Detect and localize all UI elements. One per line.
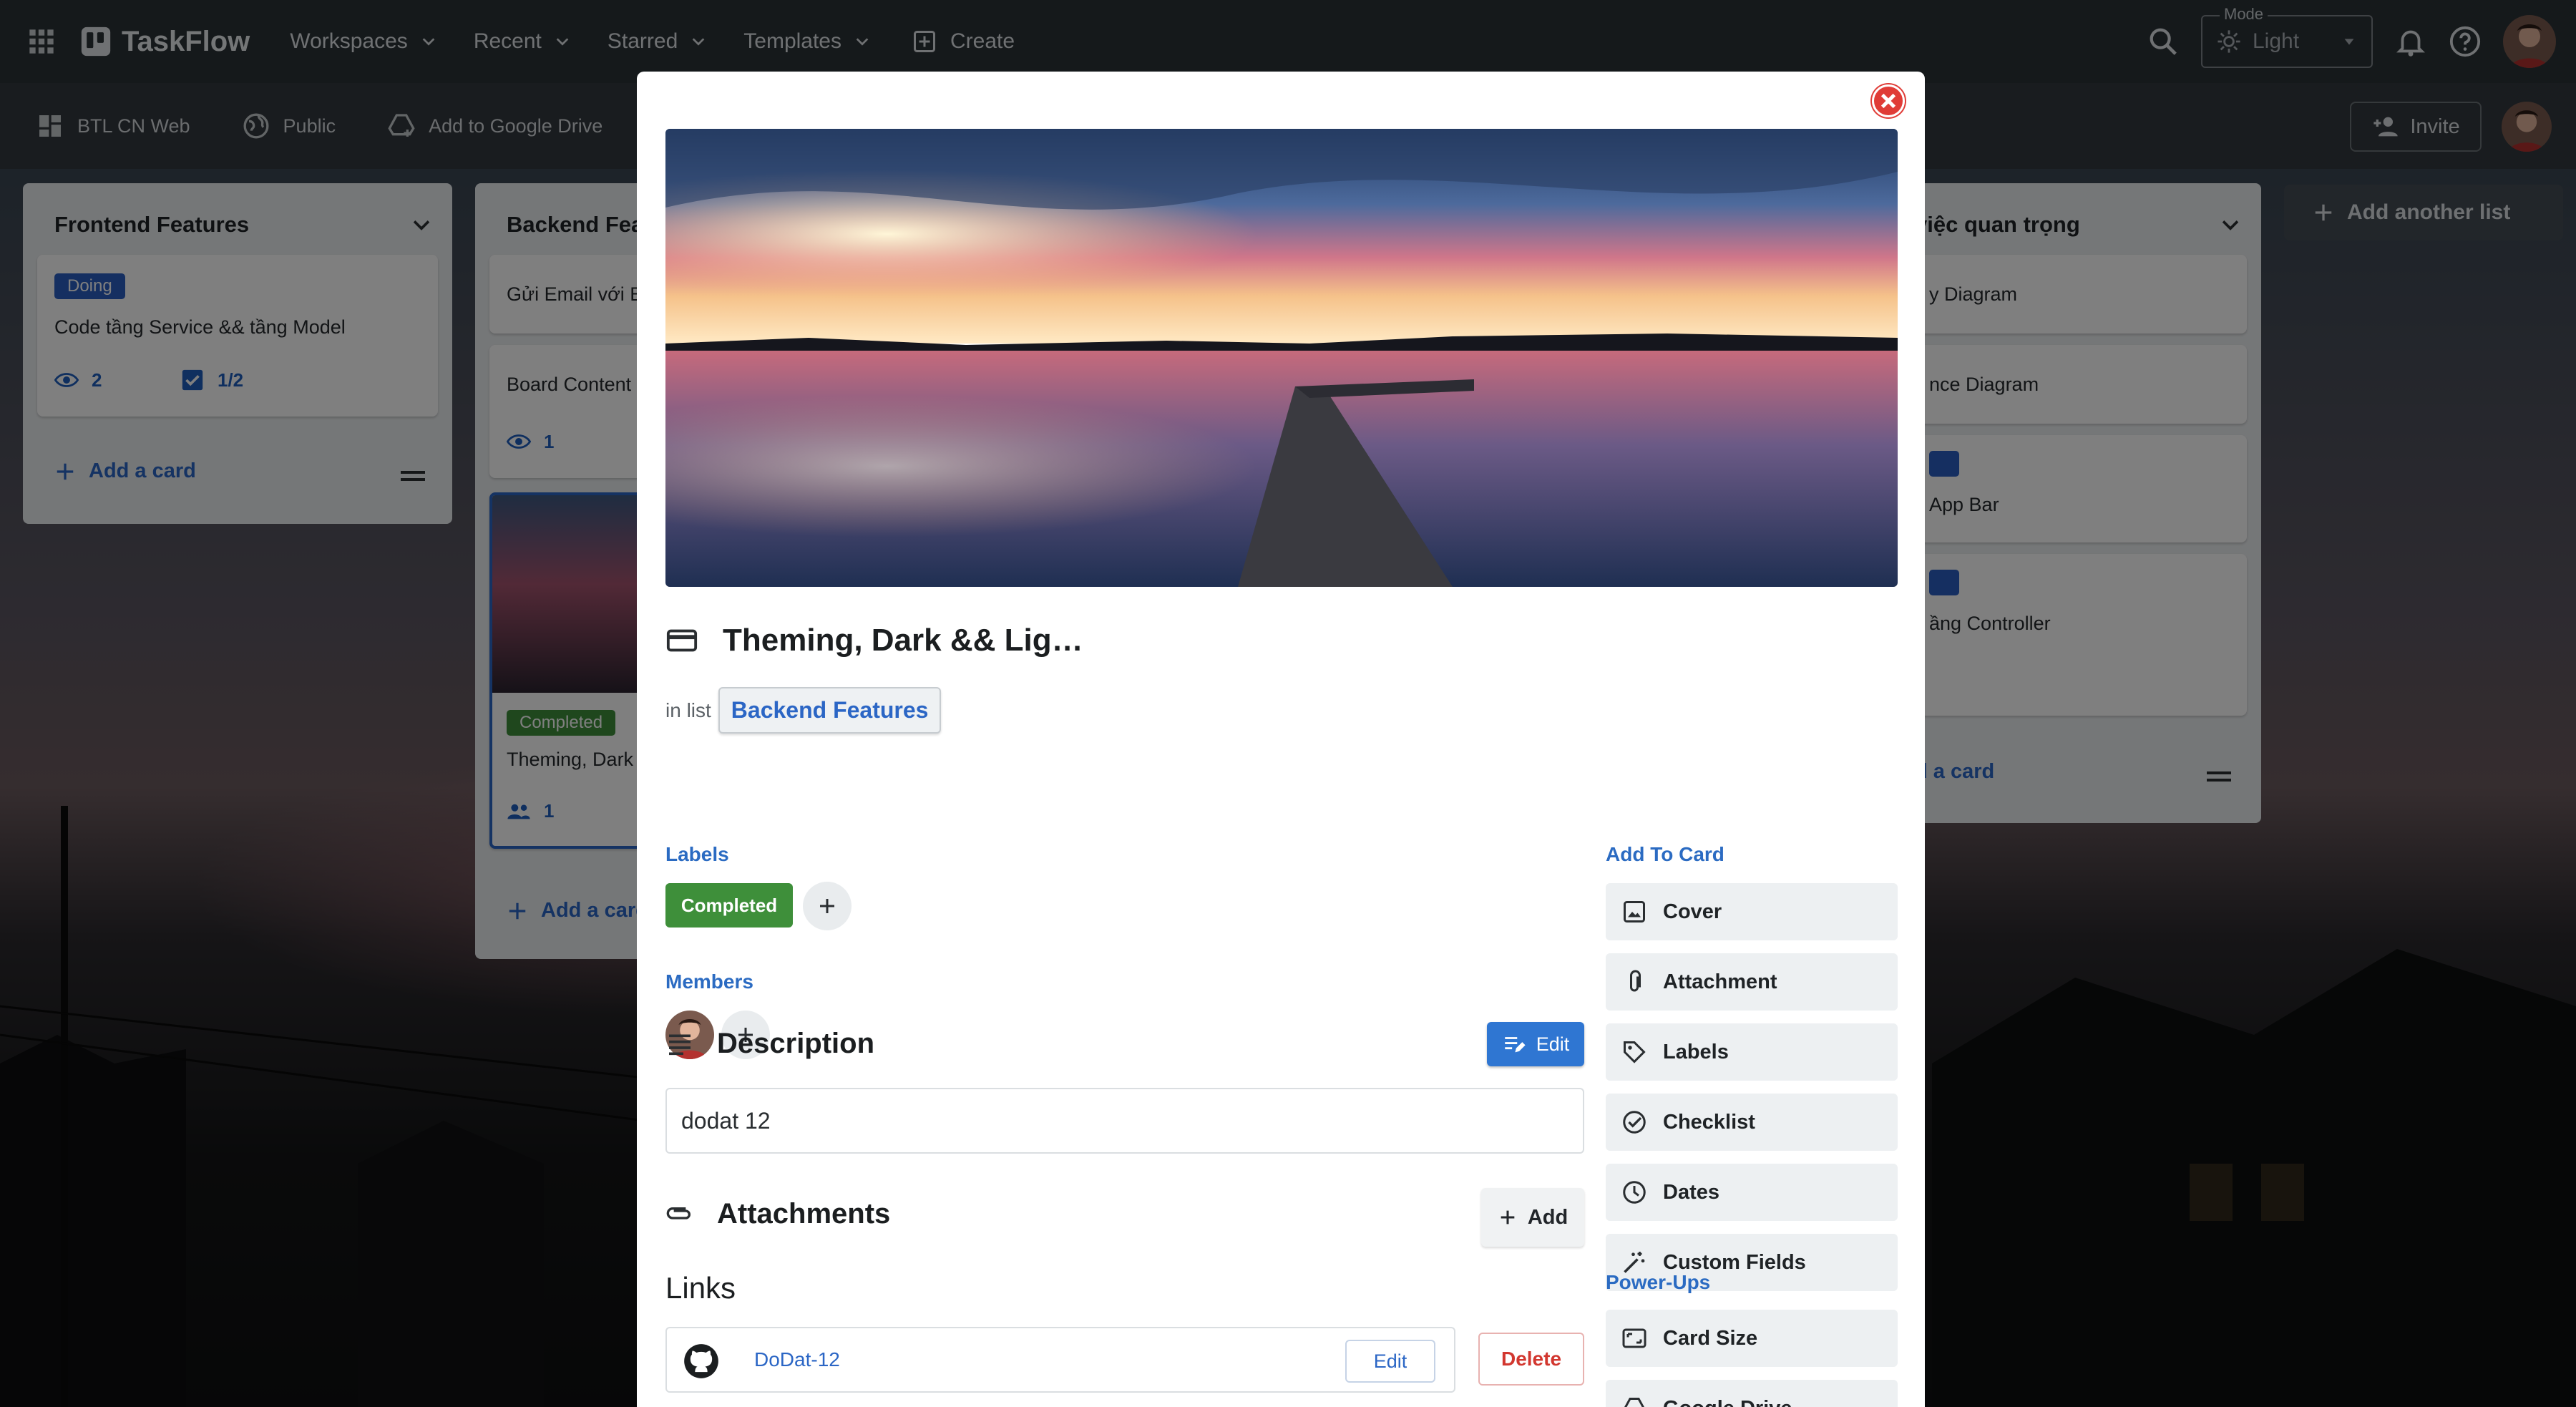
card-title-row: Theming, Dark && Lig… — [665, 623, 1083, 658]
google-drive-button[interactable]: Google Drive — [1606, 1380, 1898, 1407]
clock-icon — [1623, 1181, 1646, 1204]
dates-label: Dates — [1663, 1180, 1719, 1204]
paperclip-icon — [1630, 970, 1641, 992]
in-list-prefix: in list — [665, 698, 711, 721]
google-drive-label: Google Drive — [1663, 1397, 1792, 1407]
card-size-button[interactable]: Card Size — [1606, 1310, 1898, 1367]
add-to-card-heading: Add To Card — [1606, 843, 1724, 865]
close-icon — [1880, 93, 1896, 109]
drive-icon — [1624, 1398, 1644, 1407]
card-detail-modal: Theming, Dark && Lig… in list Backend Fe… — [637, 72, 1925, 1407]
members-heading: Members — [665, 970, 753, 993]
labels-heading: Labels — [665, 843, 729, 865]
edit-description-button[interactable]: Edit — [1487, 1022, 1584, 1066]
checklist-label: Checklist — [1663, 1110, 1755, 1134]
add-label: Add — [1527, 1205, 1568, 1229]
description-heading: Description — [717, 1028, 875, 1059]
attachments-heading: Attachments — [717, 1198, 891, 1230]
cover-label: Cover — [1663, 900, 1722, 923]
card-title[interactable]: Theming, Dark && Lig… — [723, 623, 1083, 658]
link-edit-button[interactable]: Edit — [1345, 1340, 1435, 1383]
card-cover-image — [665, 129, 1898, 587]
tag-icon — [1624, 1041, 1646, 1063]
list-name-link[interactable]: Backend Features — [718, 687, 942, 734]
plus-icon — [1501, 1210, 1515, 1225]
description-value: dodat 12 — [681, 1107, 771, 1134]
description-text[interactable]: dodat 12 — [665, 1088, 1584, 1154]
label-completed-text: Completed — [680, 894, 778, 916]
links-heading: Links — [665, 1271, 736, 1305]
description-icon — [669, 1034, 691, 1055]
label-completed[interactable]: Completed — [665, 883, 793, 928]
github-icon — [684, 1344, 718, 1378]
labels-button[interactable]: Labels — [1606, 1023, 1898, 1081]
power-ups-heading: Power-Ups — [1606, 1271, 1711, 1293]
paperclip-icon — [666, 1207, 691, 1219]
link-row: DoDat-12 Edit — [665, 1327, 1455, 1393]
in-list-info: in list Backend Features — [665, 687, 942, 734]
edit-label: Edit — [1536, 1033, 1570, 1055]
link-text[interactable]: DoDat-12 — [754, 1348, 840, 1371]
attachment-button[interactable]: Attachment — [1606, 953, 1898, 1011]
add-label-button[interactable] — [803, 882, 852, 930]
add-attachment-button[interactable]: Add — [1481, 1188, 1584, 1247]
link-edit-label: Edit — [1373, 1350, 1407, 1372]
edit-note-icon — [1504, 1037, 1526, 1053]
check-circle-icon — [1623, 1111, 1646, 1134]
description-section-header: Description — [665, 1028, 874, 1060]
link-delete-label: Delete — [1501, 1348, 1562, 1370]
attachment-label: Attachment — [1663, 970, 1777, 993]
close-button[interactable] — [1872, 84, 1905, 117]
cover-button[interactable]: Cover — [1606, 883, 1898, 940]
checklist-button[interactable]: Checklist — [1606, 1094, 1898, 1151]
aspect-ratio-icon — [1622, 1328, 1646, 1348]
labels-label: Labels — [1663, 1040, 1729, 1063]
attachments-section-header: Attachments — [665, 1198, 890, 1230]
card-size-label: Card Size — [1663, 1326, 1758, 1350]
sunset-lake-image — [665, 129, 1898, 587]
plus-icon — [820, 899, 834, 913]
link-delete-button[interactable]: Delete — [1478, 1333, 1584, 1386]
dates-button[interactable]: Dates — [1606, 1164, 1898, 1221]
card-icon — [666, 629, 698, 652]
image-icon — [1624, 901, 1645, 922]
